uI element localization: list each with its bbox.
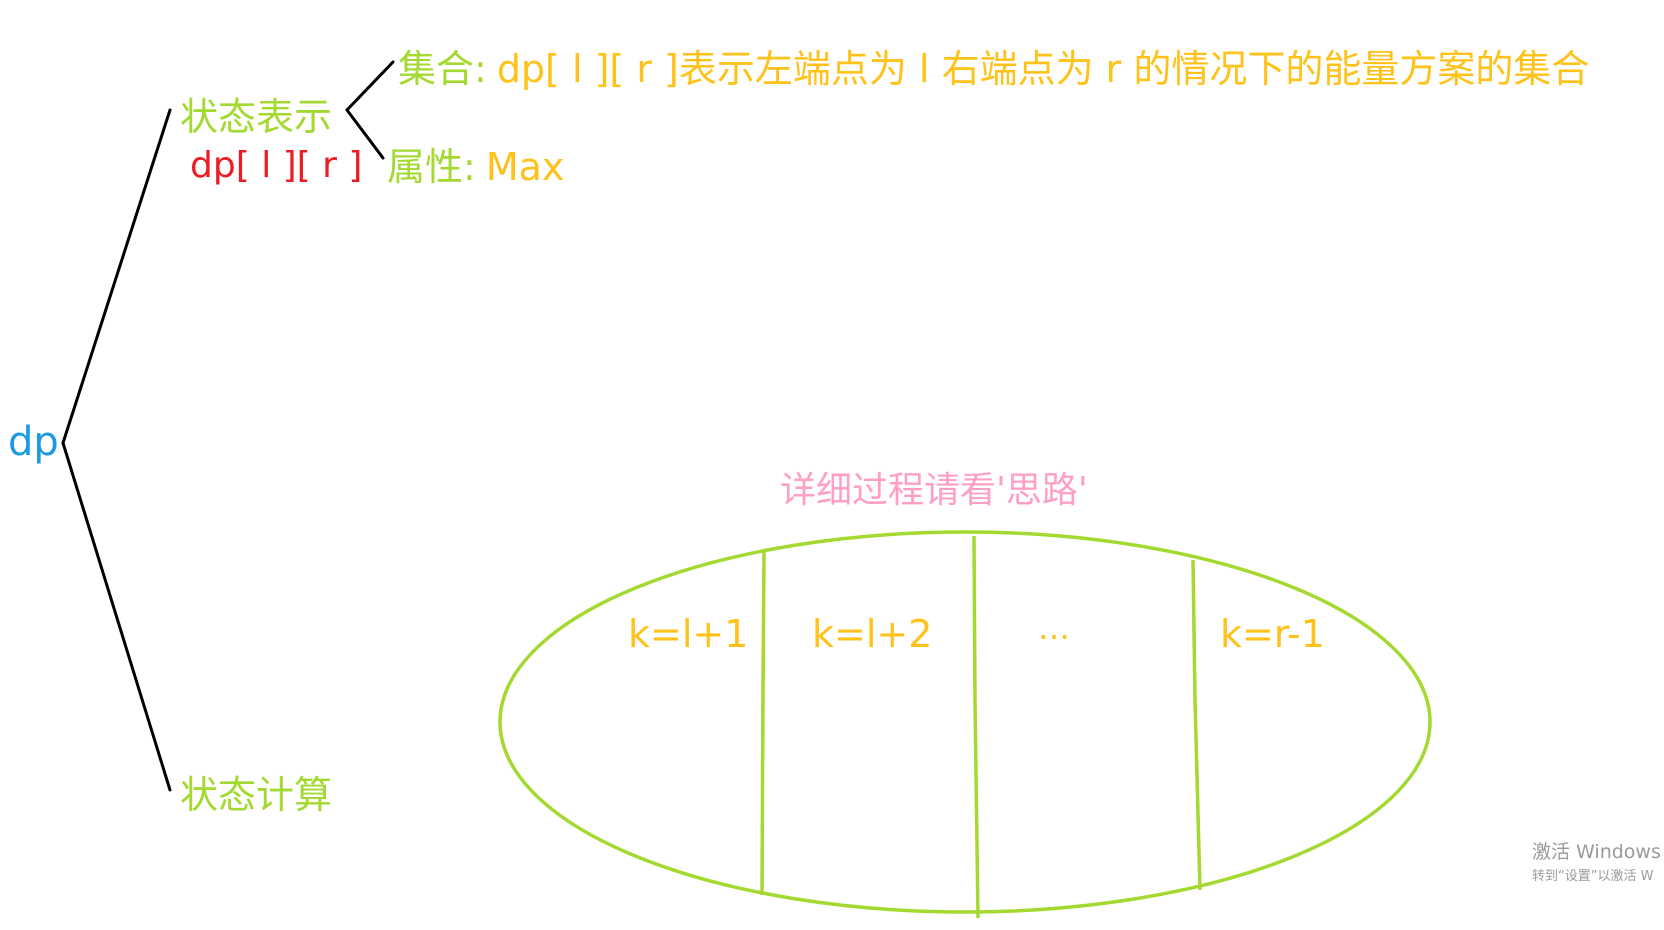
root-label: dp [8, 419, 59, 465]
partition-label-2: k=l+2 [812, 612, 933, 656]
note-label: 详细过程请看'思路' [780, 470, 1088, 511]
partition-label-3: … [1038, 609, 1070, 647]
watermark-line-1: 激活 Windows [1532, 841, 1661, 863]
branch-to-state-repr [61, 108, 172, 445]
watermark-line-2: 转到“设置”以激活 W [1532, 869, 1654, 884]
state-repr-sub-label: dp[ l ][ r ] [190, 145, 363, 186]
set-text: dp[ l ][ r ]表示左端点为 l 右端点为 r 的情况下的能量方案的集合 [496, 47, 1590, 91]
state-calc-label: 状态计算 [180, 773, 333, 817]
partition-label-1: k=l+1 [628, 612, 749, 656]
dp-diagram: dp 状态表示 dp[ l ][ r ] 集合: dp[ l ][ r ]表示左端… [0, 0, 1664, 930]
branch-to-state-calc [61, 441, 172, 792]
partition-ellipse [498, 530, 1432, 914]
partition-divider-1 [760, 549, 766, 896]
attr-prefix: 属性: [387, 145, 476, 189]
state-repr-label: 状态表示 [180, 95, 333, 139]
set-prefix: 集合: [398, 47, 487, 91]
set-row: 集合: dp[ l ][ r ]表示左端点为 l 右端点为 r 的情况下的能量方案… [398, 50, 1589, 88]
partition-divider-3 [1191, 559, 1202, 891]
partition-divider-2 [972, 535, 980, 919]
attr-row: 属性: Max [387, 148, 564, 186]
bracket-to-set [345, 60, 395, 112]
attr-text: Max [485, 145, 565, 189]
partition-label-4: k=r-1 [1220, 612, 1325, 656]
